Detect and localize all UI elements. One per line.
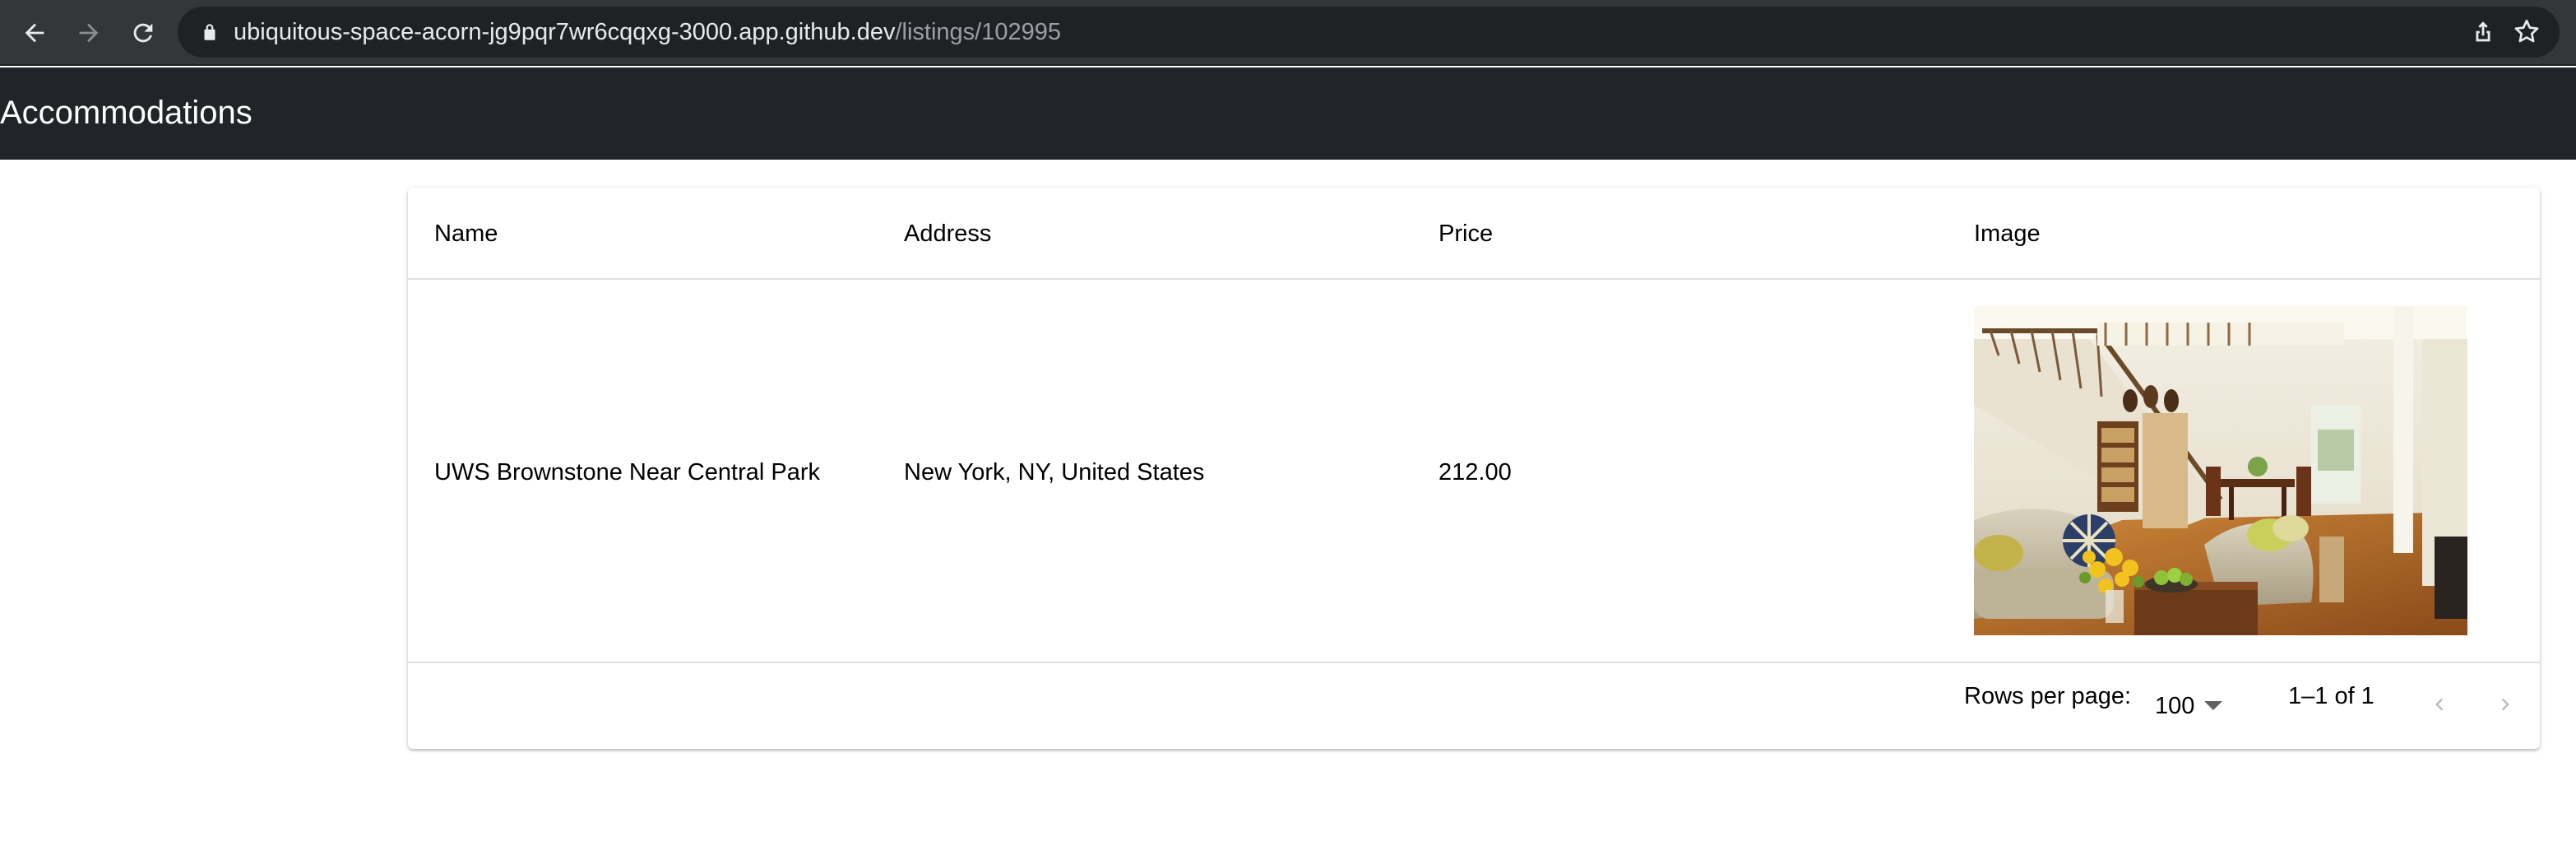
- column-header-address[interactable]: Address: [904, 217, 991, 250]
- column-header-price[interactable]: Price: [1439, 217, 1493, 250]
- star-icon[interactable]: [2512, 16, 2541, 46]
- forward-arrow-icon: [79, 23, 99, 43]
- back-button[interactable]: [13, 12, 56, 54]
- next-page-button[interactable]: [2482, 681, 2528, 727]
- cell-name: UWS Brownstone Near Central Park: [434, 459, 820, 486]
- reload-icon: [133, 23, 153, 43]
- reload-button[interactable]: [122, 12, 164, 54]
- share-icon[interactable]: [2469, 18, 2497, 46]
- column-header-image[interactable]: Image: [1974, 217, 2041, 250]
- cell-address: New York, NY, United States: [904, 459, 1205, 486]
- pagination-range: 1–1 of 1: [2288, 683, 2374, 709]
- page-title: Accommodations: [0, 95, 253, 131]
- table-header: Name Address Price Image: [408, 188, 2540, 280]
- chevron-right-icon: [2501, 698, 2509, 711]
- chevron-left-icon: [2435, 698, 2444, 711]
- previous-page-button[interactable]: [2416, 681, 2462, 727]
- rows-per-page-select[interactable]: 100: [2155, 683, 2237, 724]
- url-path: /listings/102995: [895, 19, 1061, 45]
- table-pagination: Rows per page: 100 1–1 of 1: [408, 663, 2540, 749]
- column-header-name[interactable]: Name: [434, 217, 498, 250]
- address-bar[interactable]: ubiquitous-space-acorn-jg9pqr7wr6cqqxg-3…: [178, 7, 2560, 58]
- back-arrow-icon: [25, 23, 44, 43]
- listing-photo: [1974, 306, 2467, 635]
- listings-table: Name Address Price Image UWS Brownstone …: [408, 188, 2540, 749]
- rows-per-page-label: Rows per page:: [1964, 683, 2132, 709]
- living-room-photo: [1974, 306, 2467, 635]
- forward-button[interactable]: [67, 12, 110, 54]
- rows-per-page-value: 100: [2155, 693, 2195, 719]
- url-host: ubiquitous-space-acorn-jg9pqr7wr6cqqxg-3…: [234, 19, 896, 45]
- browser-toolbar: ubiquitous-space-acorn-jg9pqr7wr6cqqxg-3…: [0, 0, 2576, 66]
- app-header: Accommodations: [0, 67, 2576, 160]
- lock-icon[interactable]: [199, 21, 220, 43]
- url-text[interactable]: ubiquitous-space-acorn-jg9pqr7wr6cqqxg-3…: [234, 18, 1061, 46]
- table-row[interactable]: UWS Brownstone Near Central Park New Yor…: [408, 280, 2540, 663]
- dropdown-caret-icon: [2204, 701, 2222, 710]
- cell-price: 212.00: [1439, 459, 1512, 486]
